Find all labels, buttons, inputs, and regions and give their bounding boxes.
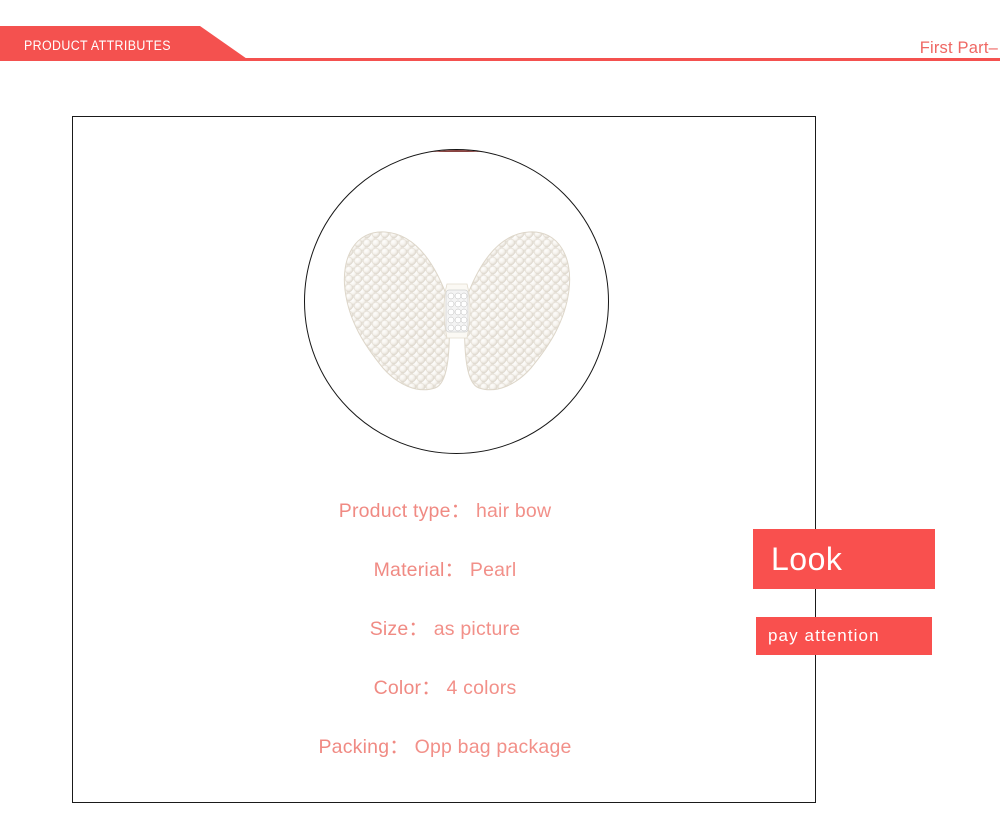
spec-row-material: Material： Pearl <box>73 558 817 582</box>
spec-label: Material <box>373 559 445 581</box>
spec-label: Color <box>373 677 422 699</box>
spec-separator: ： <box>408 618 429 640</box>
spec-value: as picture <box>433 618 521 640</box>
product-photo-frame <box>304 149 609 454</box>
spec-separator: ： <box>450 500 471 522</box>
spec-row-color: Color： 4 colors <box>73 676 817 700</box>
spec-separator: ： <box>389 736 409 758</box>
spec-value: Pearl <box>469 559 517 581</box>
product-spec-list: Product type： hair bow Material： Pearl S… <box>73 499 817 759</box>
spec-label: Size <box>369 618 409 640</box>
page-header: PRODUCT ATTRIBUTES First Part– <box>0 0 1000 90</box>
spec-separator: ： <box>444 559 465 581</box>
look-badge: Look <box>753 529 935 589</box>
spec-value: hair bow <box>475 500 552 522</box>
spec-row-packing: Packing： Opp bag package <box>73 735 817 759</box>
product-attributes-panel: Product type： hair bow Material： Pearl S… <box>72 116 816 803</box>
spec-label: Packing <box>318 736 390 758</box>
pearl-hair-bow-image <box>331 198 583 406</box>
section-indicator: First Part– <box>919 39 998 57</box>
pay-attention-badge: pay attention <box>756 617 932 655</box>
spec-row-size: Size： as picture <box>73 617 817 641</box>
header-divider-rule <box>205 58 1000 61</box>
spec-value: 4 colors <box>446 677 517 699</box>
spec-row-product-type: Product type： hair bow <box>73 499 817 523</box>
spec-separator: ： <box>421 677 441 699</box>
spec-label: Product type <box>338 500 451 522</box>
spec-value: Opp bag package <box>414 736 572 758</box>
page-title: PRODUCT ATTRIBUTES <box>24 38 171 53</box>
